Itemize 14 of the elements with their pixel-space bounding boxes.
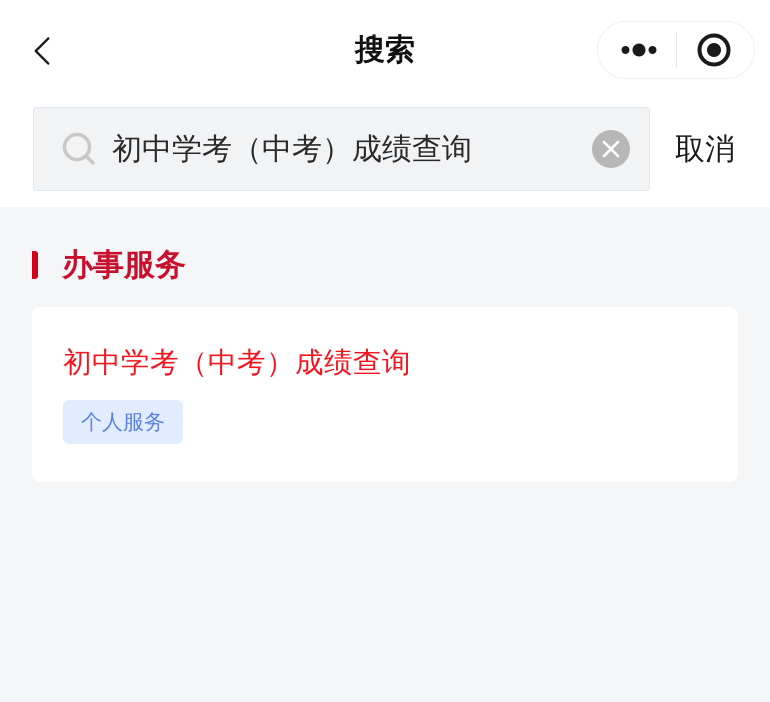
search-icon (62, 132, 96, 166)
page-title: 搜索 (355, 32, 415, 70)
section-marker (32, 251, 38, 279)
search-field[interactable]: 初中学考（中考）成绩查询 (33, 107, 650, 191)
clear-icon (592, 130, 630, 168)
more-icon (620, 43, 656, 57)
search-input[interactable]: 初中学考（中考）成绩查询 (112, 127, 580, 171)
section-title: 办事服务 (62, 246, 186, 285)
result-title: 初中学考（中考）成绩查询 (63, 345, 411, 381)
target-icon (696, 33, 730, 67)
chevron-left-icon (33, 36, 51, 66)
cancel-button[interactable]: 取消 (675, 129, 735, 171)
category-tag: 个人服务 (63, 400, 183, 444)
result-card[interactable]: 初中学考（中考）成绩查询 个人服务 (32, 307, 738, 482)
